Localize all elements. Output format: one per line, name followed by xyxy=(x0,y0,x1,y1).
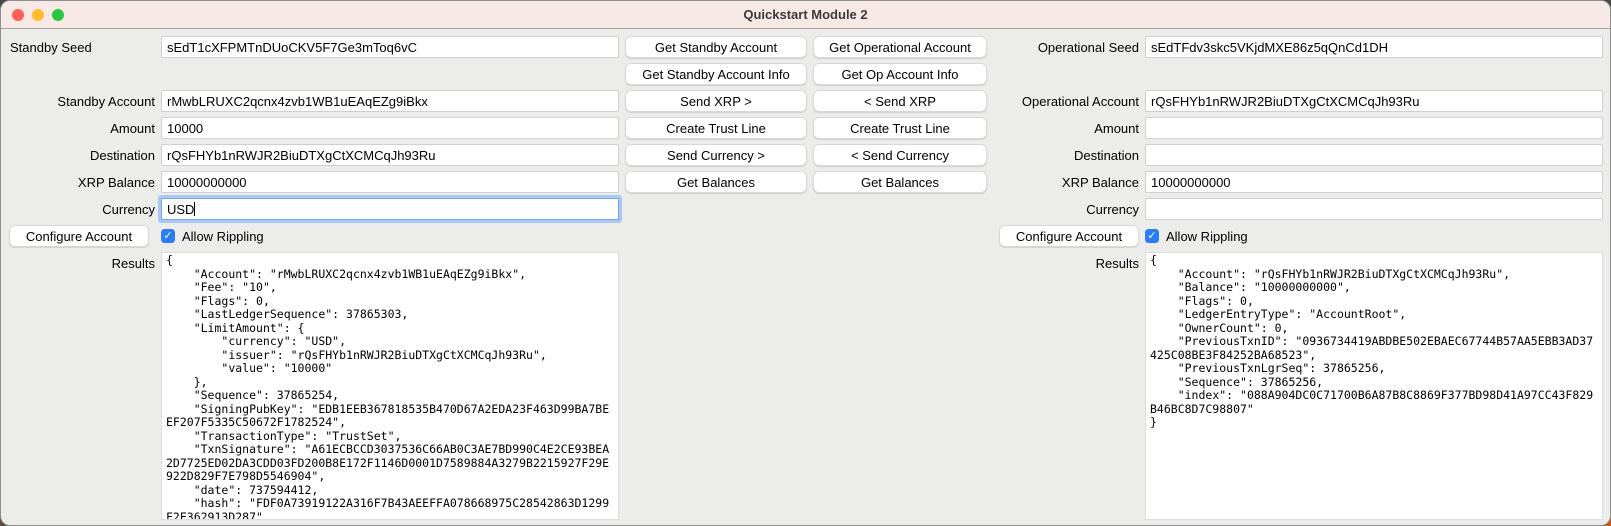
create-trust-line-operational-button[interactable]: Create Trust Line xyxy=(813,117,987,139)
standby-allow-rippling-label: Allow Rippling xyxy=(182,229,264,244)
operational-amount-input[interactable] xyxy=(1145,117,1603,139)
get-balances-standby-button[interactable]: Get Balances xyxy=(625,171,807,193)
standby-xrp-balance-input[interactable] xyxy=(161,171,619,193)
app-window: Quickstart Module 2 Standby Seed Get Sta… xyxy=(0,0,1611,526)
window-title: Quickstart Module 2 xyxy=(1,7,1610,22)
operational-account-input[interactable] xyxy=(1145,90,1603,112)
minimize-icon[interactable] xyxy=(32,9,44,21)
get-standby-account-info-button[interactable]: Get Standby Account Info xyxy=(625,63,807,85)
get-op-account-info-button[interactable]: Get Op Account Info xyxy=(813,63,987,85)
form-grid: Standby Seed Get Standby Account Get Ope… xyxy=(1,29,1610,520)
operational-destination-input[interactable] xyxy=(1145,144,1603,166)
standby-results-output[interactable]: { "Account": "rMwbLRUXC2qcnx4zvb1WB1uEAq… xyxy=(161,252,619,520)
operational-seed-label: Operational Seed xyxy=(993,36,1139,58)
standby-account-input[interactable] xyxy=(161,90,619,112)
send-currency-to-standby-button[interactable]: < Send Currency xyxy=(813,144,987,166)
window-controls xyxy=(12,9,64,21)
send-xrp-to-standby-button[interactable]: < Send XRP xyxy=(813,90,987,112)
text-cursor xyxy=(194,202,195,216)
operational-allow-rippling-label: Allow Rippling xyxy=(1166,229,1248,244)
operational-account-label: Operational Account xyxy=(993,90,1139,112)
configure-operational-account-button[interactable]: Configure Account xyxy=(999,225,1139,247)
operational-results-label: Results xyxy=(993,252,1139,520)
standby-account-label: Standby Account xyxy=(9,90,155,112)
standby-results-label: Results xyxy=(9,252,155,520)
standby-amount-label: Amount xyxy=(9,117,155,139)
operational-amount-label: Amount xyxy=(993,117,1139,139)
operational-results-output[interactable]: { "Account": "rQsFHYb1nRWJR2BiuDTXgCtXCM… xyxy=(1145,252,1603,520)
operational-currency-label: Currency xyxy=(993,198,1139,220)
standby-destination-label: Destination xyxy=(9,144,155,166)
operational-currency-input[interactable] xyxy=(1145,198,1603,220)
operational-destination-label: Destination xyxy=(993,144,1139,166)
standby-seed-label: Standby Seed xyxy=(9,36,155,58)
zoom-icon[interactable] xyxy=(52,9,64,21)
standby-allow-rippling-checkbox[interactable]: ✓ xyxy=(161,229,175,243)
operational-xrp-balance-label: XRP Balance xyxy=(993,171,1139,193)
title-bar: Quickstart Module 2 xyxy=(1,1,1610,29)
create-trust-line-standby-button[interactable]: Create Trust Line xyxy=(625,117,807,139)
get-standby-account-button[interactable]: Get Standby Account xyxy=(625,36,807,58)
standby-xrp-balance-label: XRP Balance xyxy=(9,171,155,193)
operational-xrp-balance-input[interactable] xyxy=(1145,171,1603,193)
send-xrp-to-operational-button[interactable]: Send XRP > xyxy=(625,90,807,112)
standby-seed-input[interactable] xyxy=(161,36,619,58)
standby-currency-label: Currency xyxy=(9,198,155,220)
send-currency-to-operational-button[interactable]: Send Currency > xyxy=(625,144,807,166)
standby-currency-input[interactable]: USD xyxy=(161,198,619,220)
operational-seed-input[interactable] xyxy=(1145,36,1603,58)
get-balances-operational-button[interactable]: Get Balances xyxy=(813,171,987,193)
configure-standby-account-button[interactable]: Configure Account xyxy=(9,225,149,247)
get-operational-account-button[interactable]: Get Operational Account xyxy=(813,36,987,58)
close-icon[interactable] xyxy=(12,9,24,21)
standby-destination-input[interactable] xyxy=(161,144,619,166)
operational-allow-rippling-checkbox[interactable]: ✓ xyxy=(1145,229,1159,243)
standby-amount-input[interactable] xyxy=(161,117,619,139)
